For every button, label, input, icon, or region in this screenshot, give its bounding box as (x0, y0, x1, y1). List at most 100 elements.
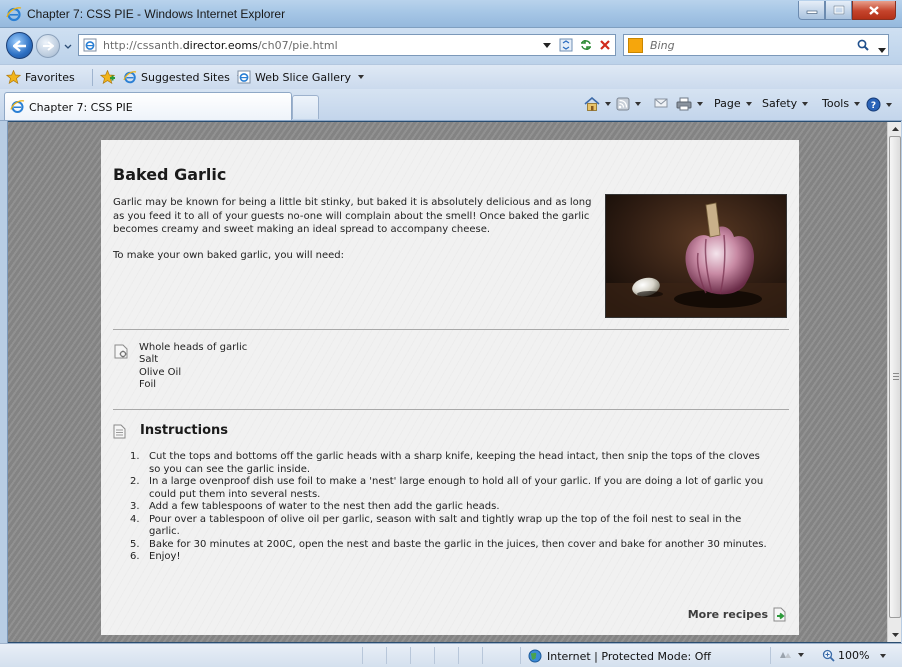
more-recipes-label: More recipes (687, 608, 768, 621)
ingredient-item: Foil (139, 378, 157, 390)
page-icon (83, 38, 97, 55)
status-divider (520, 647, 521, 664)
web-slice-gallery-link[interactable]: Web Slice Gallery (237, 70, 365, 84)
safety-menu-label: Safety (762, 97, 798, 110)
new-tab-button[interactable] (292, 95, 319, 119)
search-box[interactable]: Bing (623, 34, 889, 56)
scroll-down-button[interactable] (888, 628, 902, 642)
help-button[interactable]: ? (866, 97, 892, 112)
zoom-icon (822, 649, 835, 662)
search-options-dropdown[interactable] (878, 43, 886, 56)
instruction-step: 6. Enjoy! (130, 551, 181, 562)
search-placeholder: Bing (650, 39, 675, 52)
back-button[interactable] (6, 32, 33, 59)
instruction-step: 5. Bake for 30 minutes at 200C, open the … (130, 538, 767, 550)
scroll-up-icon (891, 127, 899, 131)
section-divider (113, 329, 789, 330)
more-recipes-link[interactable]: More recipes (688, 607, 787, 622)
zoom-level-button[interactable]: 100% (822, 649, 887, 662)
chevron-down-icon (64, 44, 72, 49)
ingredient-item: Whole heads of garlic (139, 342, 248, 353)
instruction-step: 1. Cut the tops and bottoms off the garli… (130, 451, 760, 475)
document-icon (113, 424, 126, 442)
feeds-button[interactable] (616, 97, 641, 111)
tab-bar: Chapter 7: CSS PIE Page Safety Tools ? (0, 89, 902, 121)
suggested-sites-link[interactable]: Suggested Sites (123, 70, 243, 84)
chevron-down-icon (605, 102, 611, 106)
page-menu-label: Page (714, 97, 741, 110)
triangle-down-icon (878, 48, 886, 53)
read-mail-button[interactable] (654, 97, 668, 109)
forward-button[interactable] (36, 34, 60, 58)
globe-icon (528, 649, 542, 663)
chevron-down-icon (635, 102, 641, 106)
stop-button[interactable] (596, 37, 614, 53)
protected-mode-icon (780, 652, 791, 658)
refresh-button[interactable] (577, 37, 595, 53)
suggested-sites-label: Suggested Sites (141, 70, 230, 84)
status-divider (410, 647, 411, 664)
recipe-intro: Garlic may be known for being a little b… (113, 197, 592, 235)
window-frame-left (0, 121, 8, 643)
ie-page-icon (123, 71, 137, 84)
ingredients-icon (114, 344, 128, 362)
maximize-button[interactable] (825, 1, 852, 20)
stop-x-icon (600, 40, 610, 50)
home-button[interactable] (584, 97, 611, 111)
favorites-separator (92, 69, 93, 86)
page-viewport: Baked Garlic Garlic may be known for bei… (8, 122, 887, 642)
chevron-down-icon (798, 653, 804, 657)
recipe-need-text: To make your own baked garlic, you will … (113, 250, 345, 261)
window-controls (798, 1, 896, 20)
tools-menu-label: Tools (822, 97, 850, 110)
minimize-button[interactable] (798, 1, 825, 20)
instructions-list: 1. Cut the tops and bottoms off the garli… (113, 451, 773, 564)
triangle-down-icon (543, 42, 551, 48)
print-button[interactable] (676, 97, 703, 111)
security-zone[interactable]: Internet | Protected Mode: Off (528, 649, 711, 663)
zone-text: Internet | Protected Mode: Off (547, 649, 711, 663)
address-dropdown-button[interactable] (538, 37, 556, 53)
chevron-down-icon (745, 101, 752, 106)
address-field[interactable]: http://cssanth.director.eoms/ch07/pie.ht… (78, 34, 616, 56)
bing-icon (628, 38, 643, 53)
status-bar: Internet | Protected Mode: Off 100% (0, 643, 902, 667)
ie-tab-icon (10, 99, 25, 117)
back-arrow-icon (12, 39, 26, 52)
add-favorite-star-icon (100, 70, 116, 84)
help-icon: ? (866, 97, 881, 112)
compatibility-view-button[interactable] (557, 37, 575, 53)
tab-chapter-7[interactable]: Chapter 7: CSS PIE (4, 92, 292, 120)
vertical-scrollbar[interactable] (887, 122, 901, 642)
url-text: http://cssanth.director.eoms/ch07/pie.ht… (103, 39, 338, 52)
navigation-bar: http://cssanth.director.eoms/ch07/pie.ht… (0, 28, 902, 64)
search-icon (857, 39, 869, 51)
ingredient-item: Olive Oil (139, 366, 182, 378)
ie-page-icon (237, 70, 251, 84)
chevron-down-icon (358, 75, 365, 79)
tools-menu[interactable]: Tools (822, 97, 861, 110)
close-window-button[interactable] (852, 1, 896, 20)
close-icon (869, 5, 879, 15)
recent-pages-dropdown[interactable] (64, 40, 72, 53)
favorites-button[interactable]: Favorites (6, 70, 75, 84)
page-menu[interactable]: Page (714, 97, 752, 110)
window-title: Chapter 7: CSS PIE - Windows Internet Ex… (27, 7, 286, 21)
add-to-favorites-button[interactable] (100, 70, 116, 84)
home-icon (584, 97, 600, 111)
status-divider (458, 647, 459, 664)
scroll-up-button[interactable] (888, 122, 902, 136)
minimize-icon (806, 10, 817, 14)
scrollbar-thumb[interactable] (889, 136, 901, 618)
forward-arrow-icon (43, 41, 54, 51)
favorites-label: Favorites (25, 70, 75, 84)
safety-menu[interactable]: Safety (762, 97, 809, 110)
search-button[interactable] (856, 38, 870, 55)
security-status-button[interactable] (778, 649, 804, 661)
web-slice-gallery-label: Web Slice Gallery (255, 70, 352, 84)
compatibility-icon (559, 38, 573, 52)
recipe-card: Baked Garlic Garlic may be known for bei… (101, 140, 799, 635)
status-divider (482, 647, 483, 664)
instruction-step: 2. In a large ovenproof dish use foil to … (130, 476, 764, 500)
refresh-icon (581, 40, 591, 50)
